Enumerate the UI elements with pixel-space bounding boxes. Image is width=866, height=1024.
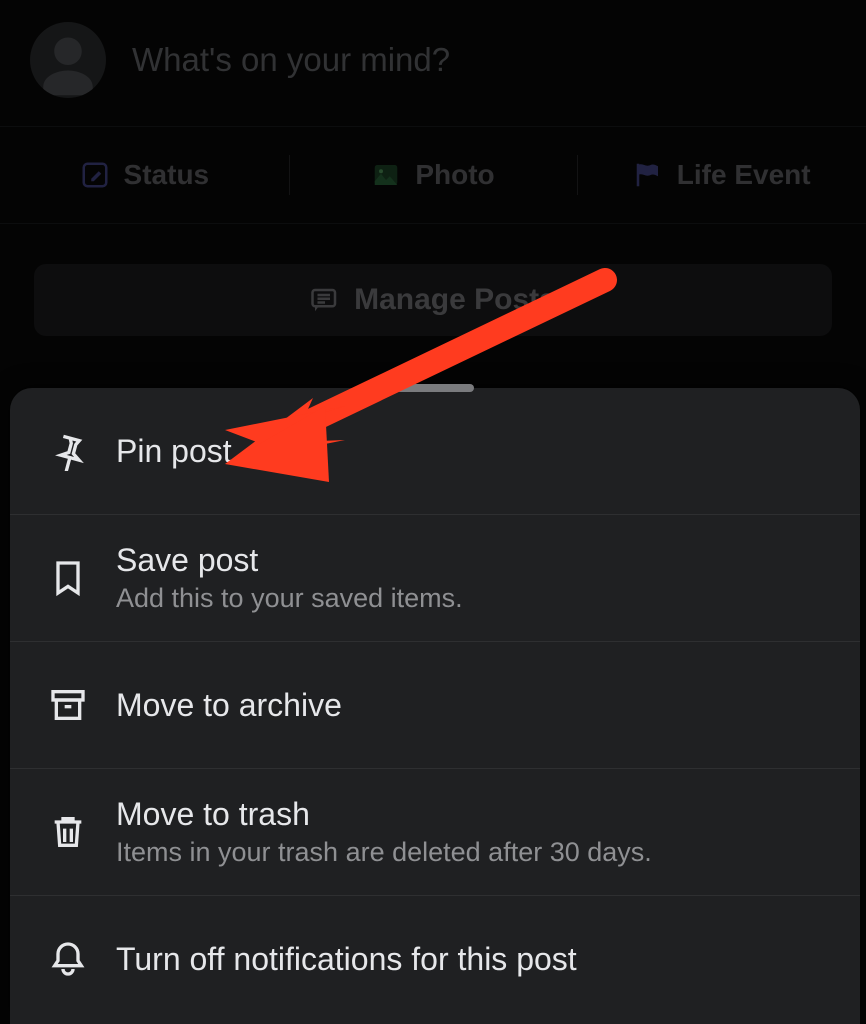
post-actions-sheet: Pin post Save post Add this to your save… xyxy=(10,388,860,1024)
photo-button[interactable]: Photo xyxy=(289,127,578,223)
composer-row[interactable]: What's on your mind? xyxy=(0,0,866,126)
archive-title: Move to archive xyxy=(116,687,342,724)
pin-post-title: Pin post xyxy=(116,433,232,470)
person-icon xyxy=(35,32,101,98)
photo-label: Photo xyxy=(415,159,494,191)
trash-item[interactable]: Move to trash Items in your trash are de… xyxy=(10,769,860,896)
save-post-subtitle: Add this to your saved items. xyxy=(116,583,463,614)
pin-post-item[interactable]: Pin post xyxy=(10,388,860,515)
notifications-title: Turn off notifications for this post xyxy=(116,941,577,978)
bell-icon xyxy=(46,939,90,979)
manage-posts-container: Manage Posts xyxy=(0,224,866,386)
screen: What's on your mind? Status Photo Life E… xyxy=(0,0,866,1024)
sheet-drag-handle[interactable] xyxy=(396,384,474,392)
status-label: Status xyxy=(124,159,210,191)
archive-item[interactable]: Move to archive xyxy=(10,642,860,769)
save-post-item[interactable]: Save post Add this to your saved items. xyxy=(10,515,860,642)
photo-icon xyxy=(371,160,401,190)
notifications-item[interactable]: Turn off notifications for this post xyxy=(10,896,860,1022)
status-button[interactable]: Status xyxy=(0,127,289,223)
save-post-title: Save post xyxy=(116,542,463,579)
flag-icon xyxy=(633,160,663,190)
composer-placeholder[interactable]: What's on your mind? xyxy=(132,41,450,79)
edit-icon xyxy=(80,160,110,190)
action-row: Status Photo Life Event xyxy=(0,126,866,224)
manage-icon xyxy=(310,285,340,315)
pin-icon xyxy=(46,431,90,471)
archive-icon xyxy=(46,685,90,725)
trash-icon xyxy=(46,812,90,852)
bookmark-icon xyxy=(46,558,90,598)
manage-posts-label: Manage Posts xyxy=(354,283,556,317)
manage-posts-button[interactable]: Manage Posts xyxy=(34,264,832,336)
life-event-button[interactable]: Life Event xyxy=(577,127,866,223)
trash-subtitle: Items in your trash are deleted after 30… xyxy=(116,837,652,868)
profile-avatar[interactable] xyxy=(30,22,106,98)
life-event-label: Life Event xyxy=(677,159,811,191)
trash-title: Move to trash xyxy=(116,796,652,833)
